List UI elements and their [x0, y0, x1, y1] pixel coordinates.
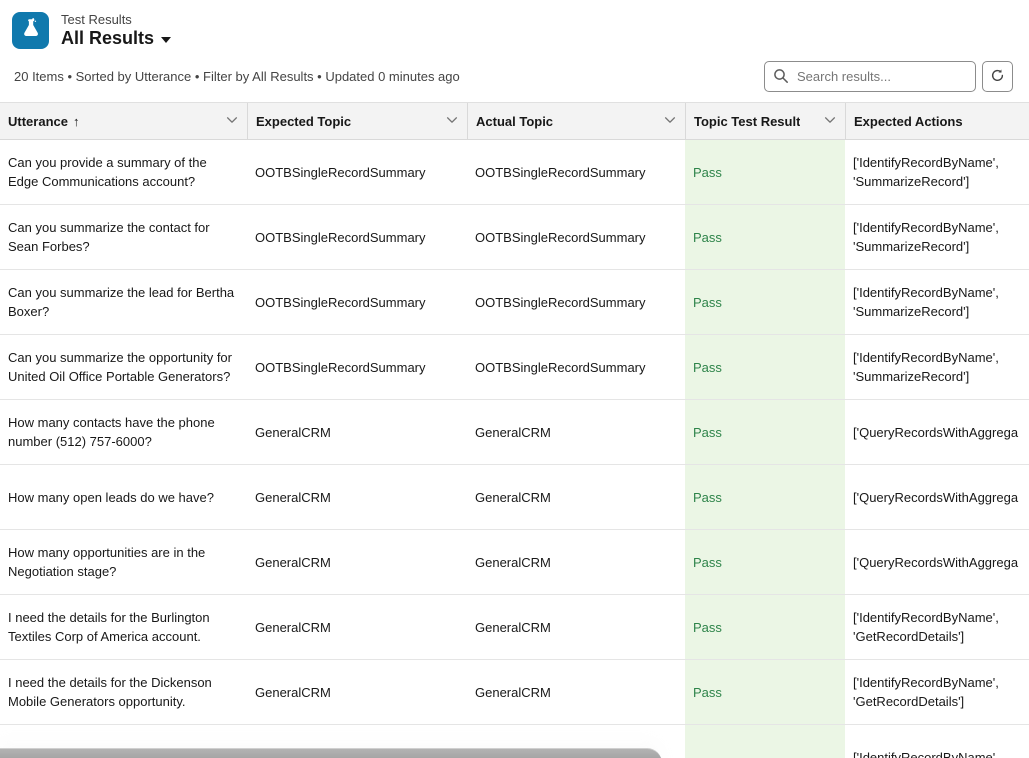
table-row: Can you summarize the lead for Bertha Bo… [0, 270, 1029, 335]
utterance-cell: How many opportunities are in the Negoti… [8, 543, 239, 581]
table-row: How many opportunities are in the Negoti… [0, 530, 1029, 595]
test-results-page: Test Results All Results 20 Items • Sort… [0, 0, 1029, 758]
column-menu-button[interactable] [223, 111, 241, 132]
chevron-down-icon [663, 113, 677, 130]
refresh-button[interactable] [982, 61, 1013, 92]
column-header-label: Expected Actions [854, 114, 963, 129]
expected-topic-cell: OOTBSingleRecordSummary [255, 293, 426, 312]
column-menu-button[interactable] [661, 111, 679, 132]
expected-actions-cell: ['IdentifyRecordByName', 'SummarizeRecor… [853, 348, 1029, 386]
expected-topic-cell: GeneralCRM [255, 553, 331, 572]
actual-topic-cell: GeneralCRM [475, 618, 551, 637]
docked-panel-edge[interactable] [0, 748, 662, 758]
table-body: Can you provide a summary of the Edge Co… [0, 140, 1029, 758]
actual-topic-cell: OOTBSingleRecordSummary [475, 228, 646, 247]
column-header-utterance[interactable]: Utterance ↑ [0, 103, 247, 139]
expected-actions-cell: ['QueryRecordsWithAggrega [853, 488, 1018, 507]
expected-actions-cell: ['QueryRecordsWithAggrega [853, 553, 1018, 572]
expected-actions-cell: ['IdentifyRecordByName', 'GetRecordDetai… [853, 608, 1029, 646]
list-view-selector[interactable]: All Results [61, 28, 171, 49]
expected-actions-cell: ['IdentifyRecordByName', 'SummarizeRecor… [853, 218, 1029, 256]
chevron-down-icon [225, 113, 239, 130]
utterance-cell: Can you summarize the contact for Sean F… [8, 218, 239, 256]
search-input[interactable] [764, 61, 976, 92]
topic-test-result-cell: Pass [693, 683, 722, 702]
table-row: I need the details for the Burlington Te… [0, 595, 1029, 660]
table-row: How many open leads do we have? GeneralC… [0, 465, 1029, 530]
column-header-expected-actions[interactable]: Expected Actions [845, 103, 1029, 139]
utterance-cell: Can you provide a summary of the Edge Co… [8, 153, 239, 191]
table-row: I need the details for the Dickenson Mob… [0, 660, 1029, 725]
table-row: Can you summarize the opportunity for Un… [0, 335, 1029, 400]
expected-actions-cell: ['IdentifyRecordByName', 'SummarizeRecor… [853, 283, 1029, 321]
topic-test-result-cell: Pass [693, 358, 722, 377]
actual-topic-cell: OOTBSingleRecordSummary [475, 293, 646, 312]
test-results-app-icon [12, 12, 49, 49]
utterance-cell: How many open leads do we have? [8, 488, 214, 507]
topic-test-result-cell: Pass [693, 228, 722, 247]
table-header-row: Utterance ↑ Expected Topic Actual Topic [0, 102, 1029, 140]
topic-test-result-cell: Pass [693, 553, 722, 572]
topic-test-result-cell: Pass [693, 488, 722, 507]
utterance-cell: How many contacts have the phone number … [8, 413, 239, 451]
column-header-label: Expected Topic [256, 114, 351, 129]
column-header-actual-topic[interactable]: Actual Topic [467, 103, 685, 139]
column-header-label: Actual Topic [476, 114, 553, 129]
actual-topic-cell: GeneralCRM [475, 553, 551, 572]
expected-topic-cell: GeneralCRM [255, 618, 331, 637]
utterance-cell: I need the details for the Burlington Te… [8, 608, 239, 646]
page-header: Test Results All Results [0, 0, 1029, 51]
topic-test-result-cell: Pass [693, 293, 722, 312]
expected-actions-cell: ['IdentifyRecordByName', 'SummarizeRecor… [853, 153, 1029, 191]
topic-test-result-cell: Pass [693, 423, 722, 442]
chevron-down-icon [823, 113, 837, 130]
column-menu-button[interactable] [821, 111, 839, 132]
actual-topic-cell: GeneralCRM [475, 683, 551, 702]
topic-test-result-cell: Pass [693, 618, 722, 637]
results-table: Utterance ↑ Expected Topic Actual Topic [0, 102, 1029, 758]
refresh-icon [990, 68, 1005, 86]
expected-actions-cell: ['IdentifyRecordByName', [853, 748, 999, 758]
utterance-cell: Can you summarize the lead for Bertha Bo… [8, 283, 239, 321]
expected-topic-cell: GeneralCRM [255, 423, 331, 442]
column-header-expected-topic[interactable]: Expected Topic [247, 103, 467, 139]
flask-icon [19, 16, 43, 45]
toolbar-actions [764, 61, 1013, 92]
actual-topic-cell: GeneralCRM [475, 423, 551, 442]
actual-topic-cell: OOTBSingleRecordSummary [475, 163, 646, 182]
search-box [764, 61, 976, 92]
column-header-label: Utterance [8, 114, 68, 129]
topic-test-result-cell: Pass [693, 163, 722, 182]
expected-topic-cell: OOTBSingleRecordSummary [255, 228, 426, 247]
list-view-name: All Results [61, 28, 154, 49]
table-row: How many contacts have the phone number … [0, 400, 1029, 465]
expected-topic-cell: OOTBSingleRecordSummary [255, 163, 426, 182]
column-header-label: Topic Test Result [694, 114, 800, 129]
title-block: Test Results All Results [61, 12, 171, 49]
expected-topic-cell: GeneralCRM [255, 488, 331, 507]
entity-label: Test Results [61, 12, 171, 28]
column-header-topic-test-result[interactable]: Topic Test Result [685, 103, 845, 139]
expected-topic-cell: OOTBSingleRecordSummary [255, 358, 426, 377]
actual-topic-cell: OOTBSingleRecordSummary [475, 358, 646, 377]
expected-topic-cell: GeneralCRM [255, 683, 331, 702]
utterance-cell: I need the details for the Dickenson Mob… [8, 673, 239, 711]
chevron-down-icon [445, 113, 459, 130]
table-row: Can you provide a summary of the Edge Co… [0, 140, 1029, 205]
expected-actions-cell: ['IdentifyRecordByName', 'GetRecordDetai… [853, 673, 1029, 711]
actual-topic-cell: GeneralCRM [475, 488, 551, 507]
sort-ascending-icon: ↑ [73, 114, 80, 129]
table-row: Can you summarize the contact for Sean F… [0, 205, 1029, 270]
list-toolbar: 20 Items • Sorted by Utterance • Filter … [0, 51, 1029, 102]
column-menu-button[interactable] [443, 111, 461, 132]
expected-actions-cell: ['QueryRecordsWithAggrega [853, 423, 1018, 442]
utterance-cell: Can you summarize the opportunity for Un… [8, 348, 239, 386]
list-summary: 20 Items • Sorted by Utterance • Filter … [14, 69, 460, 84]
triangle-down-icon [161, 37, 171, 43]
